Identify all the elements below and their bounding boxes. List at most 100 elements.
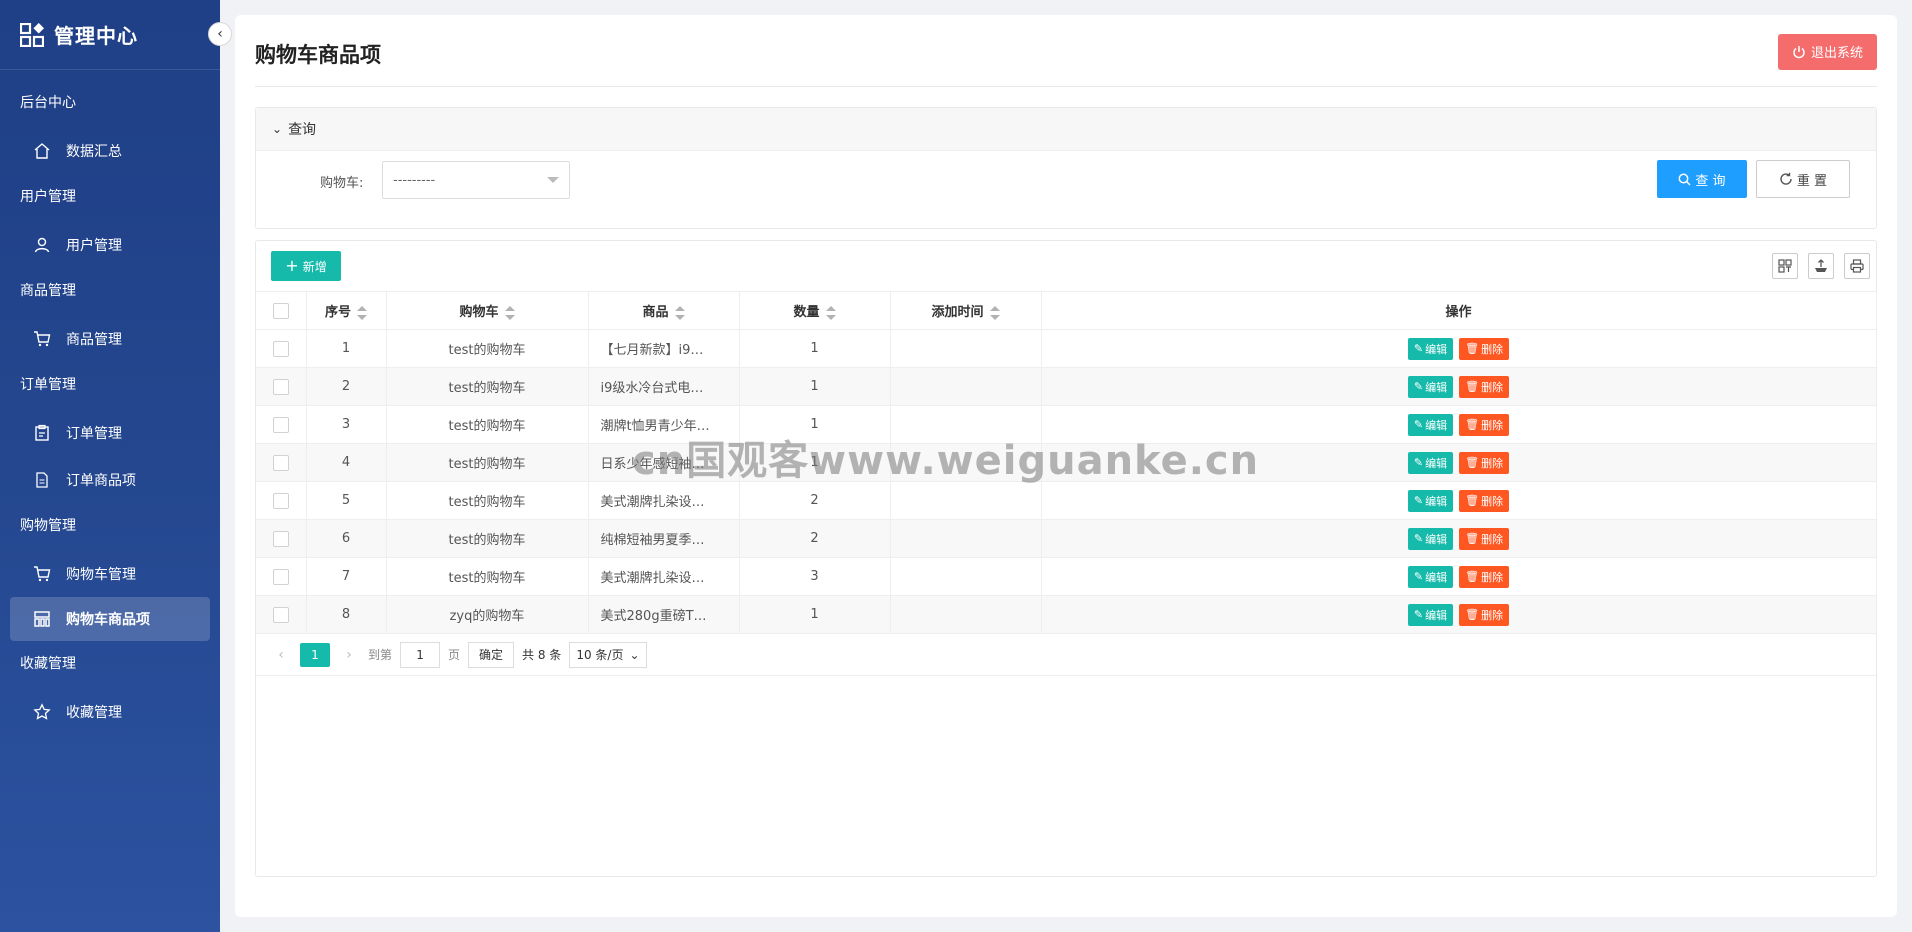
- sidebar-item-data-summary[interactable]: 数据汇总: [0, 127, 220, 174]
- edit-button-label: 编辑: [1425, 532, 1448, 546]
- delete-button[interactable]: 🗑 删除: [1459, 489, 1510, 512]
- trash-icon: 🗑: [1465, 570, 1480, 583]
- print-button[interactable]: [1844, 253, 1870, 279]
- row-checkbox[interactable]: [272, 454, 289, 471]
- edit-button[interactable]: ✎ 编辑: [1407, 527, 1454, 550]
- sort-icon[interactable]: [504, 305, 515, 320]
- row-id: 3: [306, 405, 387, 444]
- current-page[interactable]: 1: [300, 642, 330, 667]
- sidebar-item-goods-management[interactable]: 商品管理: [0, 315, 220, 362]
- add-button[interactable]: + 新增: [271, 251, 341, 281]
- delete-button-label: 删除: [1481, 456, 1504, 470]
- export-button[interactable]: [1808, 253, 1834, 279]
- row-select-cell: [256, 443, 307, 482]
- select-all-checkbox[interactable]: [272, 302, 289, 319]
- row-select-cell: [256, 367, 307, 406]
- column-header-actions: 操作: [1041, 291, 1877, 330]
- row-quantity: 1: [739, 595, 891, 634]
- edit-button[interactable]: ✎ 编辑: [1407, 375, 1454, 398]
- cart-filter-select[interactable]: ---------: [382, 161, 570, 199]
- column-header-quantity[interactable]: 数量: [739, 291, 891, 330]
- delete-button[interactable]: 🗑 删除: [1459, 451, 1510, 474]
- delete-button[interactable]: 🗑 删除: [1459, 413, 1510, 436]
- sort-icon[interactable]: [989, 305, 1000, 320]
- row-id: 7: [306, 557, 387, 596]
- row-cart: test的购物车: [386, 481, 589, 520]
- edit-button[interactable]: ✎ 编辑: [1407, 565, 1454, 588]
- row-add-time: [890, 329, 1042, 368]
- prev-page-button[interactable]: ‹: [270, 647, 292, 663]
- goto-page-input[interactable]: 1: [400, 641, 441, 668]
- edit-button[interactable]: ✎ 编辑: [1407, 451, 1454, 474]
- sidebar-item-label: 商品管理: [66, 331, 122, 348]
- delete-button[interactable]: 🗑 删除: [1459, 603, 1510, 626]
- sidebar-item-cart-goods[interactable]: 购物车商品项: [10, 597, 210, 641]
- chevron-down-icon: ⌄: [629, 647, 640, 662]
- row-goods: 潮牌t恤男青少年…: [588, 405, 740, 444]
- row-checkbox[interactable]: [272, 416, 289, 433]
- sidebar-group-shopping: 购物管理: [20, 518, 76, 534]
- sidebar-group-backend: 后台中心: [20, 95, 76, 111]
- edit-button[interactable]: ✎ 编辑: [1407, 337, 1454, 360]
- row-quantity: 3: [739, 557, 891, 596]
- delete-button[interactable]: 🗑 删除: [1459, 565, 1510, 588]
- row-cart: test的购物车: [386, 329, 589, 368]
- select-all-cell: [256, 291, 307, 330]
- column-header-cart[interactable]: 购物车: [386, 291, 589, 330]
- export-icon: [1815, 259, 1827, 272]
- sidebar-item-cart-management[interactable]: 购物车管理: [0, 550, 220, 597]
- row-checkbox[interactable]: [272, 606, 289, 623]
- row-checkbox[interactable]: [272, 340, 289, 357]
- column-header-add-time[interactable]: 添加时间: [890, 291, 1042, 330]
- row-goods: 【七月新款】i9…: [588, 329, 740, 368]
- query-button[interactable]: 查 询: [1657, 160, 1747, 198]
- sidebar-item-order-management[interactable]: 订单管理: [0, 409, 220, 456]
- row-add-time: [890, 519, 1042, 558]
- delete-button-label: 删除: [1481, 380, 1504, 394]
- pencil-icon: ✎: [1413, 532, 1424, 545]
- column-header-id[interactable]: 序号: [306, 291, 387, 330]
- row-quantity: 1: [739, 405, 891, 444]
- column-header-goods[interactable]: 商品: [588, 291, 740, 330]
- delete-button[interactable]: 🗑 删除: [1459, 337, 1510, 360]
- pencil-icon: ✎: [1413, 494, 1424, 507]
- goto-confirm-button[interactable]: 确定: [468, 641, 515, 668]
- row-id: 4: [306, 443, 387, 482]
- column-filter-button[interactable]: [1772, 253, 1798, 279]
- sort-icon[interactable]: [357, 305, 367, 320]
- document-icon: [33, 471, 51, 489]
- columns-icon: [1778, 259, 1792, 273]
- row-checkbox[interactable]: [272, 530, 289, 547]
- trash-icon: 🗑: [1465, 456, 1480, 469]
- edit-button-label: 编辑: [1425, 494, 1448, 508]
- logout-button[interactable]: 退出系统: [1777, 33, 1877, 70]
- add-button-label: 新增: [302, 259, 327, 274]
- delete-button-label: 删除: [1481, 532, 1504, 546]
- sidebar-item-order-goods[interactable]: 订单商品项: [0, 456, 220, 503]
- pencil-icon: ✎: [1413, 418, 1424, 431]
- page-size-select[interactable]: 10 条/页 ⌄: [569, 641, 647, 668]
- table-toolbar: + 新增: [256, 241, 1876, 291]
- row-add-time: [890, 481, 1042, 520]
- delete-button[interactable]: 🗑 删除: [1459, 375, 1510, 398]
- sidebar-item-user-management[interactable]: 用户管理: [0, 221, 220, 268]
- delete-button[interactable]: 🗑 删除: [1459, 527, 1510, 550]
- total-count: 共 8 条: [522, 648, 562, 662]
- query-button-label: 查 询: [1695, 173, 1726, 189]
- next-page-button[interactable]: ›: [338, 647, 360, 663]
- row-checkbox[interactable]: [272, 492, 289, 509]
- row-checkbox[interactable]: [272, 378, 289, 395]
- cart-goods-table: 序号 购物车 商品 数量 添加时间 操作 1 test的购物车 【七月新款】i9… 1…: [256, 291, 1877, 634]
- delete-button-label: 删除: [1481, 570, 1504, 584]
- row-checkbox[interactable]: [272, 568, 289, 585]
- reset-button[interactable]: 重 置: [1756, 160, 1850, 198]
- query-panel-header[interactable]: ⌄ 查询: [256, 108, 1876, 151]
- sort-icon[interactable]: [825, 305, 836, 320]
- sidebar-collapse-button[interactable]: ‹: [208, 22, 232, 46]
- sort-icon[interactable]: [674, 305, 685, 320]
- edit-button[interactable]: ✎ 编辑: [1407, 489, 1454, 512]
- sidebar-item-favorites-management[interactable]: 收藏管理: [0, 688, 220, 735]
- edit-button[interactable]: ✎ 编辑: [1407, 603, 1454, 626]
- table-row: 1 test的购物车 【七月新款】i9… 1 ✎ 编辑 🗑 删除: [256, 329, 1877, 368]
- edit-button[interactable]: ✎ 编辑: [1407, 413, 1454, 436]
